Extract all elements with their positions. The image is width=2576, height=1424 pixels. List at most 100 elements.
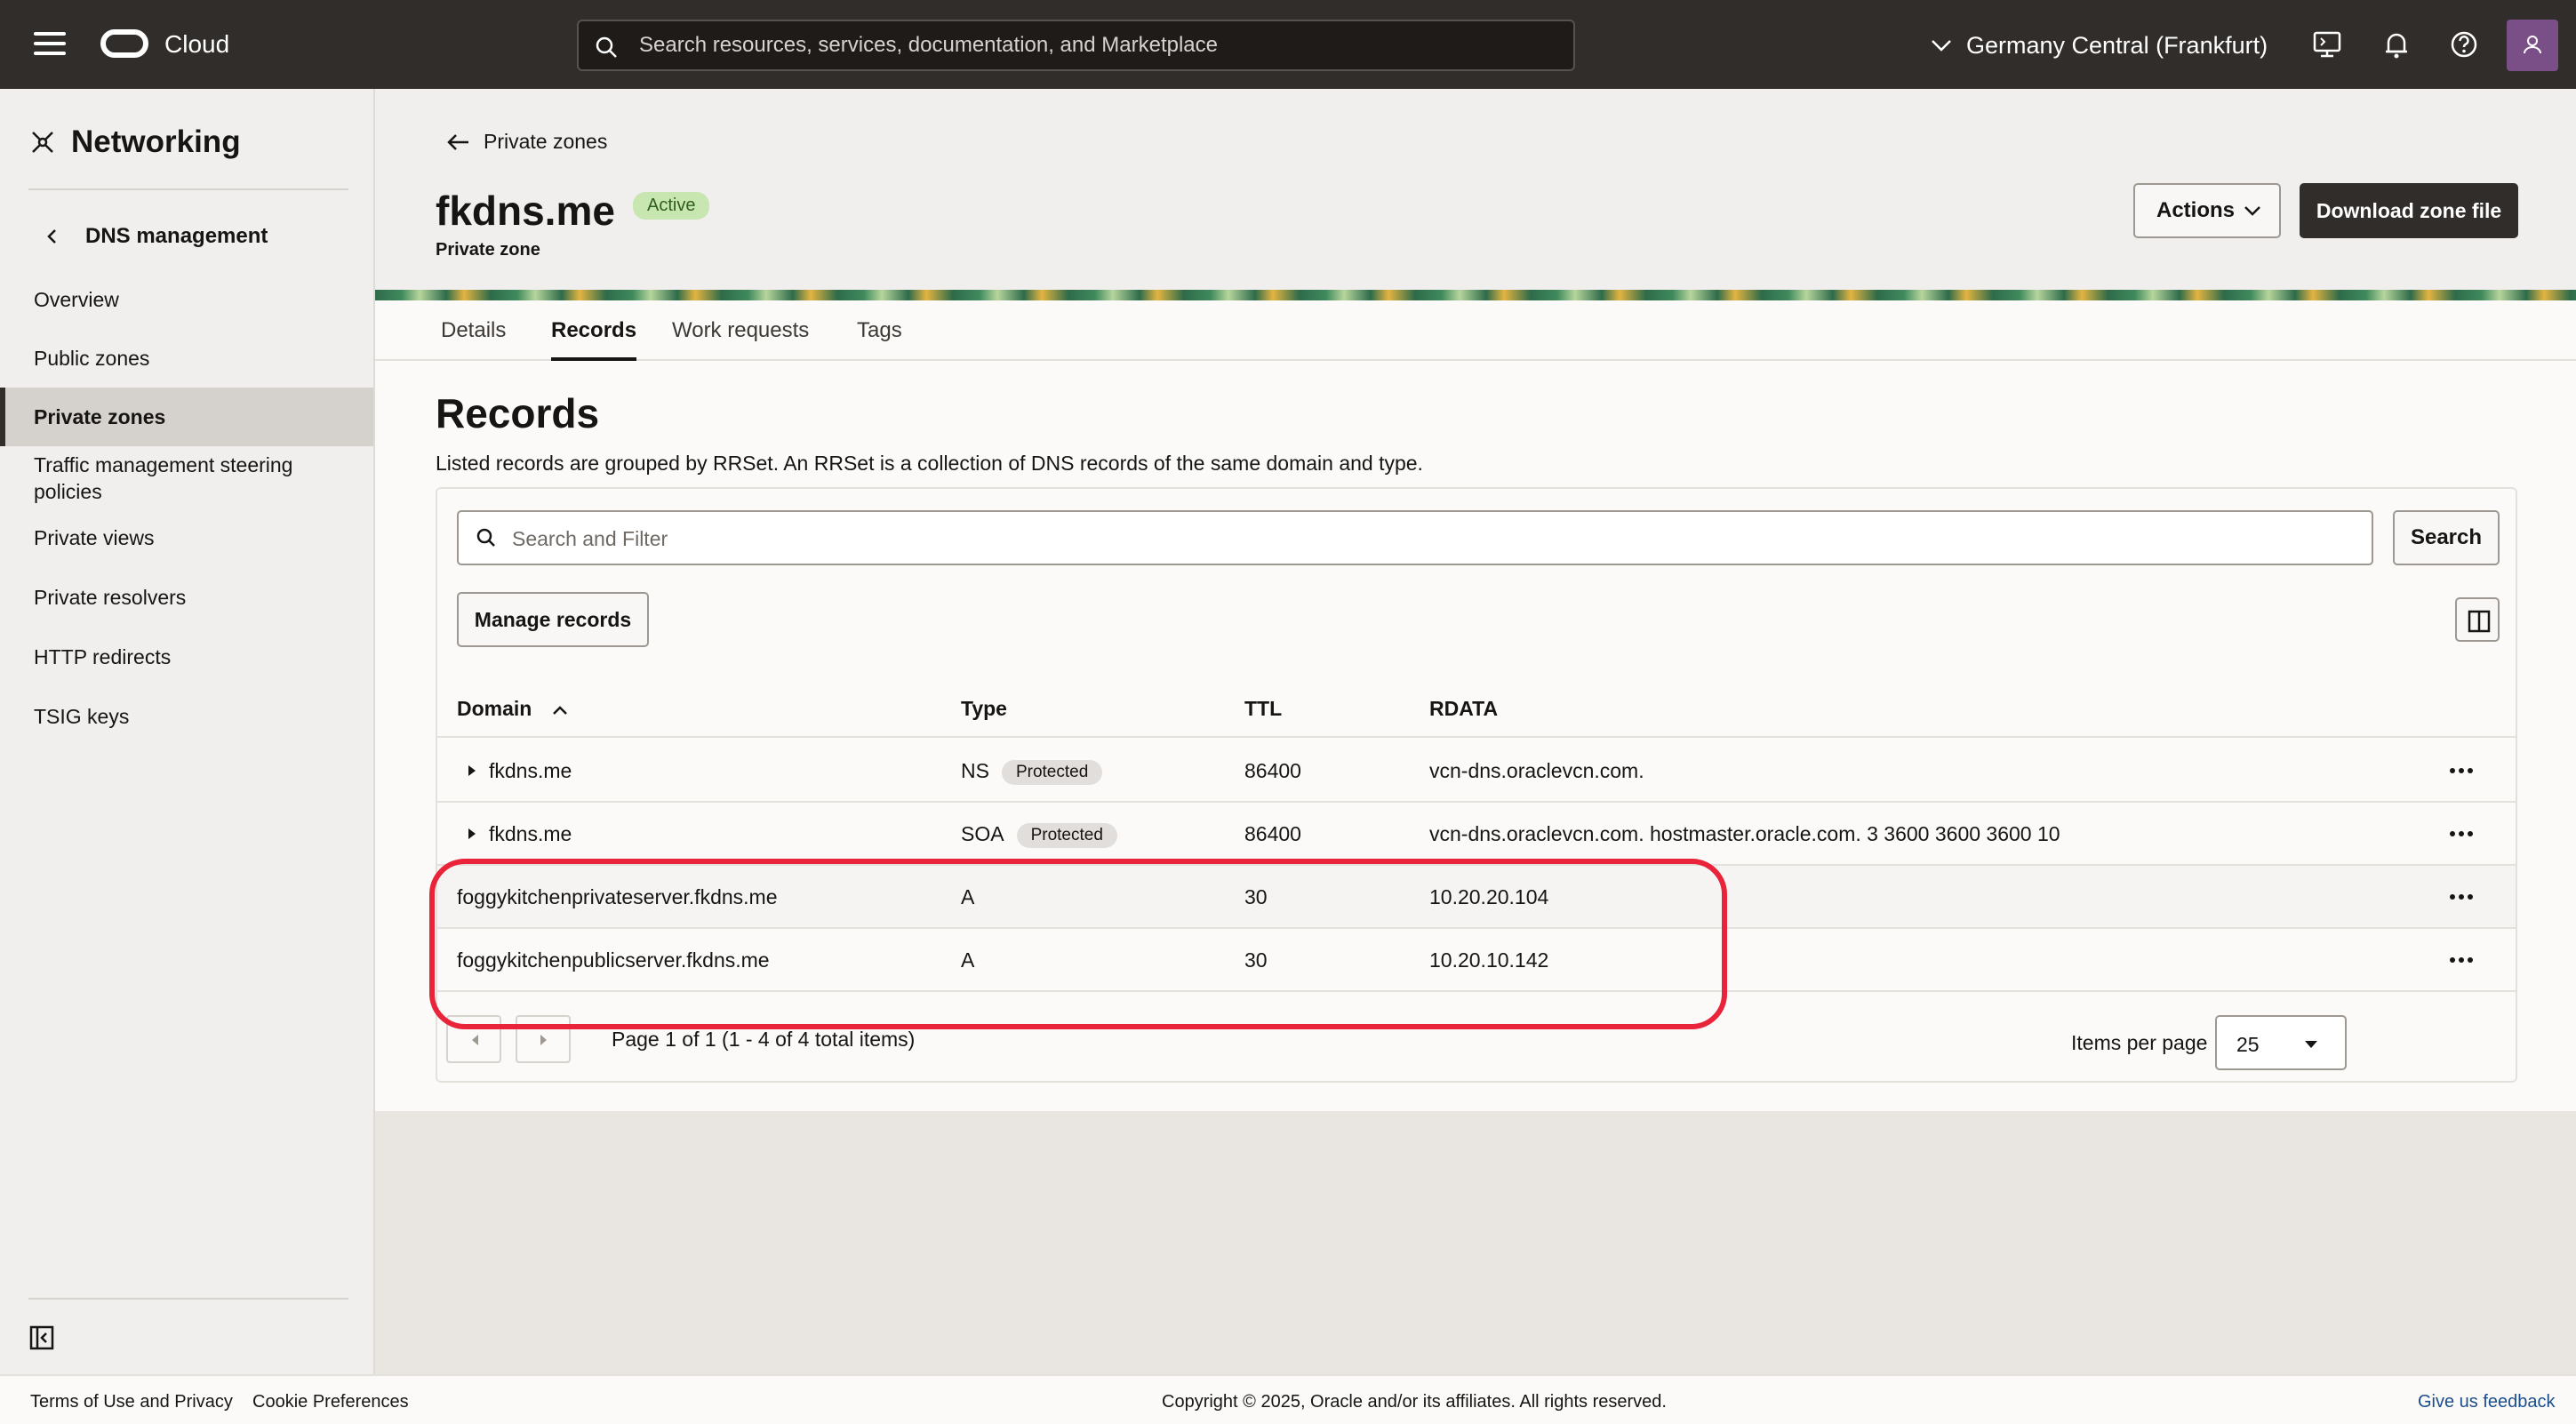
sort-ascending-icon bbox=[552, 706, 567, 715]
terms-link[interactable]: Terms of Use and Privacy bbox=[30, 1392, 233, 1412]
chevron-down-icon bbox=[2244, 206, 2260, 216]
breadcrumb[interactable]: Private zones bbox=[446, 130, 607, 154]
row-actions-icon[interactable] bbox=[2448, 822, 2475, 847]
cell-rdata: 10.20.10.142 bbox=[1429, 948, 1549, 972]
columns-icon bbox=[2468, 610, 2491, 633]
sidebar-item-traffic-management[interactable]: Traffic management steering policies bbox=[0, 452, 373, 505]
brand-label[interactable]: Cloud bbox=[164, 30, 229, 59]
copyright-text: Copyright © 2025, Oracle and/or its affi… bbox=[1162, 1392, 1667, 1412]
user-avatar[interactable] bbox=[2507, 20, 2558, 71]
search-button[interactable]: Search bbox=[2393, 510, 2500, 565]
breadcrumb-label: Private zones bbox=[484, 130, 608, 153]
networking-icon bbox=[32, 132, 53, 153]
sidebar-item-private-zones[interactable]: Private zones bbox=[0, 388, 373, 446]
column-settings-button[interactable] bbox=[2455, 597, 2500, 642]
hamburger-menu-icon[interactable] bbox=[34, 32, 66, 59]
region-label: Germany Central (Frankfurt) bbox=[1966, 31, 2268, 59]
chevron-down-icon bbox=[1932, 40, 1951, 52]
cell-ttl: 30 bbox=[1244, 885, 1268, 908]
divider bbox=[28, 188, 348, 190]
row-actions-icon[interactable] bbox=[2448, 885, 2475, 910]
expand-row-icon[interactable] bbox=[468, 764, 476, 777]
protected-badge: Protected bbox=[1016, 822, 1117, 848]
sidebar-back-link[interactable]: DNS management bbox=[43, 224, 268, 249]
divider bbox=[28, 1298, 348, 1300]
cell-domain: foggykitchenpublicserver.fkdns.me bbox=[457, 948, 770, 972]
cell-type: SOA Protected bbox=[961, 822, 1117, 848]
bell-icon[interactable] bbox=[2380, 28, 2412, 60]
pagination-info: Page 1 of 1 (1 - 4 of 4 total items) bbox=[612, 1028, 916, 1051]
tab-details[interactable]: Details bbox=[441, 318, 506, 357]
section-description: Listed records are grouped by RRSet. An … bbox=[436, 452, 1423, 475]
sidebar-item-private-resolvers[interactable]: Private resolvers bbox=[0, 584, 373, 611]
feedback-link[interactable]: Give us feedback bbox=[2418, 1392, 2556, 1412]
cloud-shell-icon[interactable] bbox=[2311, 28, 2343, 60]
cell-rdata: 10.20.20.104 bbox=[1429, 885, 1549, 908]
table-row[interactable]: foggykitchenprivateserver.fkdns.me A 30 … bbox=[437, 866, 2516, 929]
cell-rdata: vcn-dns.oraclevcn.com. hostmaster.oracle… bbox=[1429, 822, 2060, 845]
tab-tags[interactable]: Tags bbox=[857, 318, 902, 357]
page-header: Private zones fkdns.me Active Private zo… bbox=[375, 89, 2576, 290]
help-icon[interactable] bbox=[2448, 28, 2480, 60]
row-actions-icon[interactable] bbox=[2448, 759, 2475, 784]
cell-domain: fkdns.me bbox=[489, 822, 572, 845]
user-icon bbox=[2524, 36, 2541, 54]
arrow-left-icon bbox=[447, 133, 468, 150]
sidebar-item-tsig-keys[interactable]: TSIG keys bbox=[0, 703, 373, 730]
page-background bbox=[375, 1111, 2576, 1374]
filter-field[interactable] bbox=[457, 510, 2373, 565]
top-bar: Cloud Germany Central (Frankfurt) bbox=[0, 0, 2576, 89]
caret-right-icon bbox=[540, 1035, 547, 1045]
items-per-page-select[interactable]: 25 bbox=[2215, 1015, 2347, 1070]
sidebar-item-private-views[interactable]: Private views bbox=[0, 524, 373, 551]
cell-type: A bbox=[961, 948, 975, 972]
previous-page-button[interactable] bbox=[446, 1015, 501, 1063]
sidebar: Networking DNS management Overview Publi… bbox=[0, 89, 375, 1374]
sidebar-item-overview[interactable]: Overview bbox=[0, 286, 373, 313]
next-page-button[interactable] bbox=[516, 1015, 571, 1063]
cell-rdata: vcn-dns.oraclevcn.com. bbox=[1429, 759, 1644, 782]
column-header-domain[interactable]: Domain bbox=[457, 697, 568, 721]
actions-label: Actions bbox=[2156, 198, 2236, 222]
download-zone-file-button[interactable]: Download zone file bbox=[2300, 183, 2518, 238]
cell-domain: fkdns.me bbox=[489, 759, 572, 782]
items-per-page-value: 25 bbox=[2236, 1033, 2260, 1056]
table-row[interactable]: foggykitchenpublicserver.fkdns.me A 30 1… bbox=[437, 929, 2516, 992]
items-per-page-label: Items per page bbox=[2071, 1031, 2208, 1054]
sidebar-item-public-zones[interactable]: Public zones bbox=[0, 345, 373, 372]
column-header-type[interactable]: Type bbox=[961, 697, 1007, 721]
table-row[interactable]: fkdns.me SOA Protected 86400 vcn-dns.orac… bbox=[437, 803, 2516, 866]
cell-ttl: 86400 bbox=[1244, 822, 1301, 845]
type-label: SOA bbox=[961, 822, 1004, 845]
region-selector[interactable]: Germany Central (Frankfurt) bbox=[1929, 30, 2268, 60]
collapse-sidebar-icon[interactable] bbox=[28, 1324, 55, 1351]
global-search-input[interactable] bbox=[639, 30, 1555, 60]
global-search[interactable] bbox=[577, 20, 1575, 71]
records-section: Records Listed records are grouped by RR… bbox=[375, 361, 2576, 1111]
filter-input[interactable] bbox=[512, 524, 2361, 553]
search-icon bbox=[476, 528, 495, 547]
tab-work-requests[interactable]: Work requests bbox=[672, 318, 809, 357]
tab-records[interactable]: Records bbox=[551, 318, 637, 361]
footer: Terms of Use and Privacy Cookie Preferen… bbox=[0, 1374, 2576, 1424]
actions-button[interactable]: Actions bbox=[2133, 183, 2281, 238]
cell-type: A bbox=[961, 885, 975, 908]
sidebar-item-http-redirects[interactable]: HTTP redirects bbox=[0, 644, 373, 670]
oracle-logo-icon[interactable] bbox=[100, 29, 148, 58]
column-header-label: Domain bbox=[457, 697, 532, 720]
chevron-left-icon bbox=[47, 229, 56, 244]
cell-domain: foggykitchenprivateserver.fkdns.me bbox=[457, 885, 778, 908]
column-header-rdata[interactable]: RDATA bbox=[1429, 697, 1498, 721]
status-badge: Active bbox=[633, 192, 710, 220]
decorative-banner bbox=[375, 290, 2576, 300]
column-header-ttl[interactable]: TTL bbox=[1244, 697, 1282, 721]
expand-row-icon[interactable] bbox=[468, 828, 476, 840]
search-icon bbox=[596, 36, 617, 58]
table-row[interactable]: fkdns.me NS Protected 86400 vcn-dns.oracl… bbox=[437, 740, 2516, 803]
cookie-preferences-link[interactable]: Cookie Preferences bbox=[252, 1392, 409, 1412]
cell-ttl: 30 bbox=[1244, 948, 1268, 972]
sidebar-header: Networking bbox=[28, 124, 241, 160]
manage-records-button[interactable]: Manage records bbox=[457, 592, 649, 647]
caret-left-icon bbox=[472, 1035, 478, 1045]
row-actions-icon[interactable] bbox=[2448, 948, 2475, 973]
